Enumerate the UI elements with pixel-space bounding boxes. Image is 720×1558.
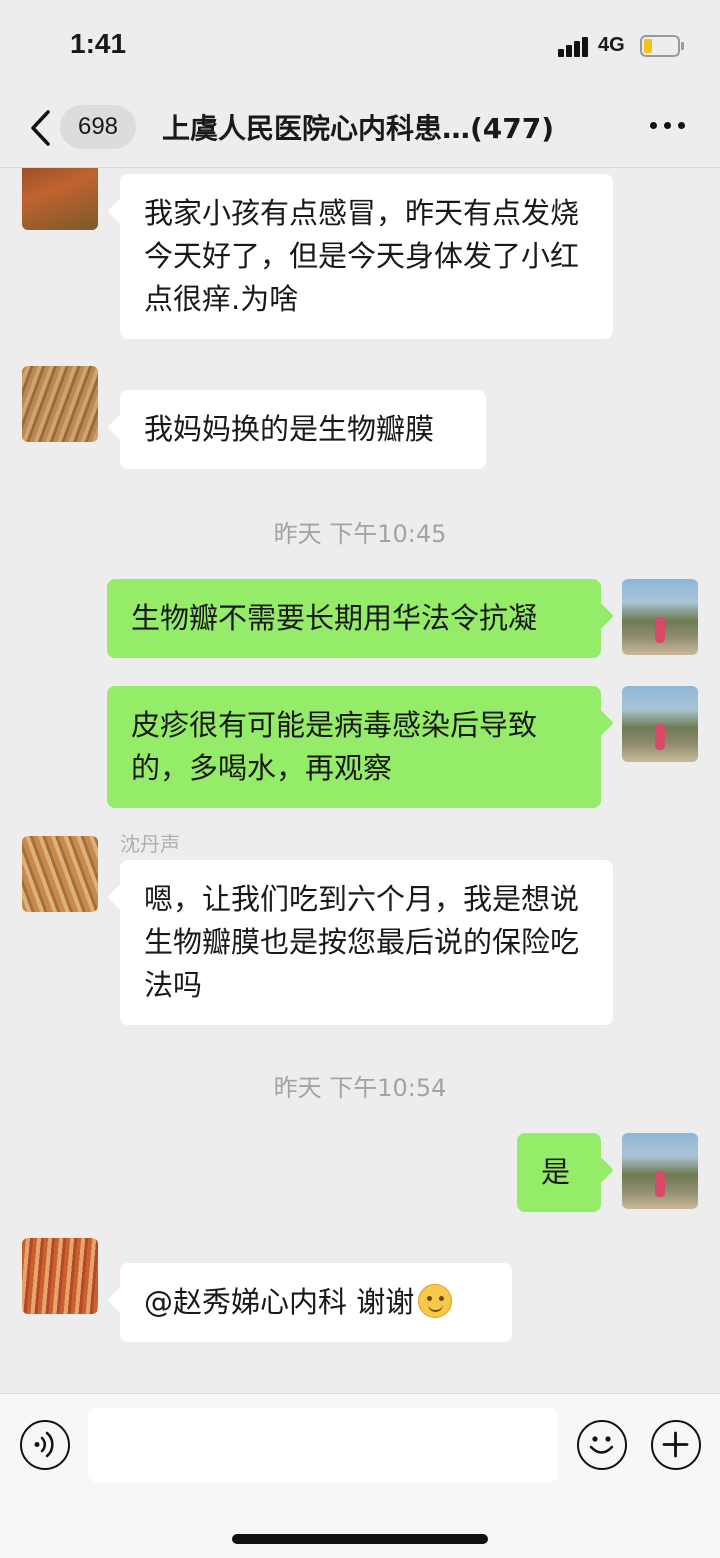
message-bubble[interactable]: 是 [517,1133,601,1212]
my-avatar[interactable] [622,686,698,762]
timestamp: 昨天 下午10:54 [273,1074,447,1102]
smiley-icon[interactable] [577,1420,627,1470]
chat-title: 上虞人民医院心内科患…(477) [162,112,555,145]
message-bubble[interactable]: 我妈妈换的是生物瓣膜 [120,390,486,469]
sender-avatar[interactable] [22,168,98,230]
sender-avatar[interactable] [22,1238,98,1314]
message-list[interactable]: 我家小孩有点感冒，昨天有点发烧今天好了，但是今天身体发了小红点很痒.为啥 我妈妈… [0,168,720,1393]
message-text: @赵秀娣心内科 谢谢 [144,1285,415,1319]
message-bubble[interactable]: 皮疹很有可能是病毒感染后导致的，多喝水，再观察 [107,686,601,808]
status-time: 1:41 [70,28,127,59]
message-bubble[interactable]: 生物瓣不需要长期用华法令抗凝 [107,579,601,658]
message-bubble[interactable]: 我家小孩有点感冒，昨天有点发烧今天好了，但是今天身体发了小红点很痒.为啥 [120,174,613,339]
timestamp: 昨天 下午10:45 [273,520,447,548]
signal-icon [558,37,590,57]
voice-icon[interactable] [20,1420,70,1470]
unread-count-badge[interactable]: 698 [60,105,136,149]
battery-icon [640,35,684,57]
plus-icon[interactable] [651,1420,701,1470]
message-bubble[interactable]: 嗯，让我们吃到六个月，我是想说生物瓣膜也是按您最后说的保险吃法吗 [120,860,613,1025]
sender-avatar[interactable] [22,836,98,912]
home-indicator[interactable] [232,1534,488,1544]
my-avatar[interactable] [622,1133,698,1209]
message-input[interactable] [88,1408,558,1482]
sender-name: 沈丹声 [120,832,180,856]
message-bubble[interactable]: @赵秀娣心内科 谢谢 [120,1263,512,1342]
chat-header: 698 上虞人民医院心内科患…(477) [0,92,720,168]
my-avatar[interactable] [622,579,698,655]
network-label: 4G [598,34,625,56]
chevron-left-icon[interactable] [28,108,54,148]
sender-avatar[interactable] [22,366,98,442]
smile-emoji-icon [418,1284,453,1318]
status-bar: 1:41 4G [0,0,720,92]
input-bar [0,1393,720,1558]
more-dots-icon[interactable] [650,122,686,132]
